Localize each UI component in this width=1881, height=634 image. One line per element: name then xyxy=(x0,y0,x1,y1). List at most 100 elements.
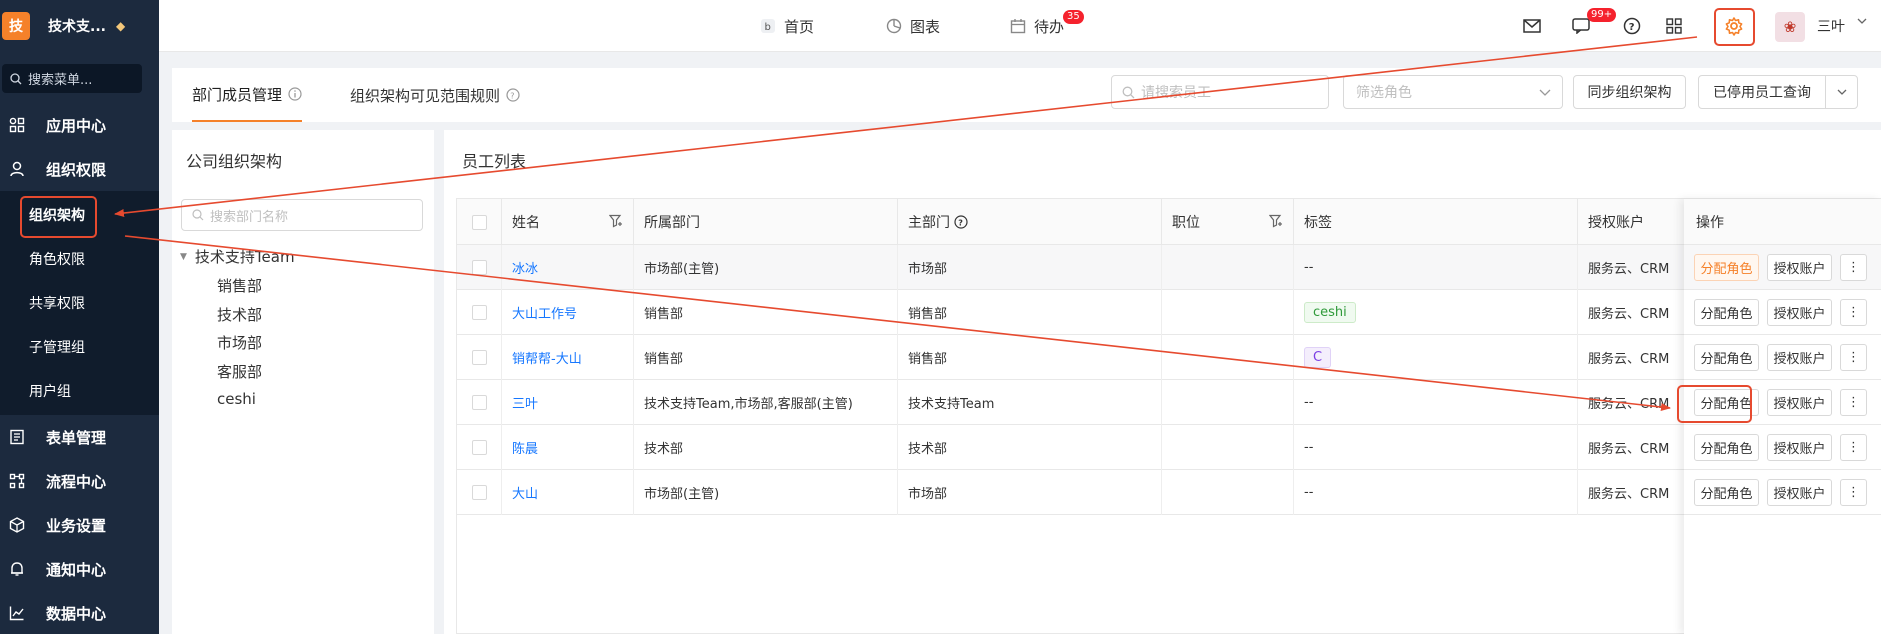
org-panel-title: 公司组织架构 xyxy=(186,152,283,171)
sidebar-item-form-management[interactable]: 表单管理 xyxy=(0,415,159,459)
assign-role-button[interactable]: 分配角色 xyxy=(1694,299,1759,326)
col-header-position: 职位 xyxy=(1161,199,1293,245)
tab-department-members[interactable]: 部门成员管理 xyxy=(192,68,303,122)
employee-search-placeholder: 请搜索员工 xyxy=(1141,85,1211,101)
actions-row: 分配角色 授权账户 ⋮ xyxy=(1684,245,1881,290)
table-row[interactable]: 销帮帮-大山 销售部 销售部 C 服务云、CRM xyxy=(457,335,1881,380)
employee-search-input[interactable]: 请搜索员工 xyxy=(1111,75,1329,109)
employee-name-link[interactable]: 大山 xyxy=(501,470,633,515)
more-options-icon[interactable]: ⋮ xyxy=(1840,389,1867,416)
sidebar-subitem-shared-permissions[interactable]: 共享权限 xyxy=(0,281,159,325)
more-options-icon[interactable]: ⋮ xyxy=(1840,434,1867,461)
assign-role-button[interactable]: 分配角色 xyxy=(1694,344,1759,371)
tab-org-visibility-rules[interactable]: 组织架构可见范围规则 ? xyxy=(350,68,520,122)
sync-org-button[interactable]: 同步组织架构 xyxy=(1573,75,1686,109)
cell-authorized-account: 服务云、CRM xyxy=(1577,470,1684,515)
row-checkbox[interactable] xyxy=(457,290,501,335)
chat-count-badge: 99+ xyxy=(1587,8,1617,22)
tabs-bar: 部门成员管理 组织架构可见范围规则 ? 请搜索员工 筛选角色 同步组织架构 已停… xyxy=(172,68,1881,122)
department-search-input[interactable]: 搜索部门名称 xyxy=(181,199,423,231)
chevron-down-icon[interactable] xyxy=(1857,16,1867,26)
mail-icon[interactable] xyxy=(1520,14,1544,38)
brand[interactable]: 技 技术支... ◆ xyxy=(0,0,159,52)
table-row[interactable]: 三叶 技术支持Team,市场部,客服部(主管) 技术支持Team -- 服务云、… xyxy=(457,380,1881,425)
col-header-label: 授权账户 xyxy=(1588,215,1644,231)
top-nav-todo[interactable]: 待办 xyxy=(1010,0,1064,52)
sidebar-item-org-permissions[interactable]: 组织权限 xyxy=(0,147,159,191)
employee-name-link[interactable]: 大山工作号 xyxy=(501,290,633,335)
authorize-account-button[interactable]: 授权账户 xyxy=(1767,344,1832,371)
top-nav-home[interactable]: b 首页 xyxy=(760,0,814,52)
authorize-account-button[interactable]: 授权账户 xyxy=(1767,479,1832,506)
tree-node-ceshi[interactable]: ceshi xyxy=(217,390,256,408)
row-checkbox[interactable] xyxy=(457,335,501,380)
table-row[interactable]: 大山 市场部(主管) 市场部 -- 服务云、CRM xyxy=(457,470,1881,515)
rose-icon: ❀ xyxy=(1783,18,1797,36)
info-icon xyxy=(288,87,302,101)
avatar[interactable]: ❀ xyxy=(1775,12,1805,42)
table-row[interactable]: 陈晨 技术部 技术部 -- 服务云、CRM xyxy=(457,425,1881,470)
filter-icon[interactable] xyxy=(609,214,623,228)
row-checkbox[interactable] xyxy=(457,245,501,290)
disabled-employee-query-label: 已停用员工查询 xyxy=(1713,85,1811,101)
sidebar-subitem-sub-admin-group[interactable]: 子管理组 xyxy=(0,325,159,369)
assign-role-button[interactable]: 分配角色 xyxy=(1694,434,1759,461)
sidebar-item-data-center[interactable]: 数据中心 xyxy=(0,591,159,634)
role-filter-select[interactable]: 筛选角色 xyxy=(1343,75,1563,109)
more-options-icon[interactable]: ⋮ xyxy=(1840,344,1867,371)
authorize-account-button[interactable]: 授权账户 xyxy=(1767,389,1832,416)
pie-icon xyxy=(886,18,902,34)
cell-authorized-account: 服务云、CRM xyxy=(1577,425,1684,470)
tree-node-customer-service[interactable]: 客服部 xyxy=(217,361,262,382)
cell-department: 市场部(主管) xyxy=(633,245,897,290)
employee-name-link[interactable]: 三叶 xyxy=(501,380,633,425)
caret-down-icon[interactable]: ▼ xyxy=(180,252,187,262)
search-icon xyxy=(192,209,204,221)
grid-icon[interactable] xyxy=(1662,14,1686,38)
assign-role-button[interactable]: 分配角色 xyxy=(1694,479,1759,506)
filter-icon[interactable] xyxy=(1269,214,1283,228)
tree-node-sales[interactable]: 销售部 xyxy=(217,275,262,296)
employee-name-link[interactable]: 销帮帮-大山 xyxy=(501,335,633,380)
svg-text:?: ? xyxy=(510,92,514,101)
authorize-account-button[interactable]: 授权账户 xyxy=(1767,254,1832,281)
more-options-icon[interactable]: ⋮ xyxy=(1840,299,1867,326)
tree-node-marketing[interactable]: 市场部 xyxy=(217,332,262,353)
col-header-department: 所属部门 xyxy=(633,199,897,245)
tree-root-node[interactable]: ▼ 技术支持Team xyxy=(180,246,295,267)
flow-icon xyxy=(8,472,26,490)
sidebar-subitem-user-group[interactable]: 用户组 xyxy=(0,369,159,413)
employee-name-link[interactable]: 陈晨 xyxy=(501,425,633,470)
menu-search-placeholder: 搜索菜单... xyxy=(28,73,93,88)
help-icon[interactable]: ? xyxy=(1620,14,1644,38)
sidebar-subitem-role-permissions[interactable]: 角色权限 xyxy=(0,237,159,281)
menu-search-input[interactable]: 搜索菜单... xyxy=(2,64,142,93)
sidebar-item-business-settings[interactable]: 业务设置 xyxy=(0,503,159,547)
row-checkbox[interactable] xyxy=(457,380,501,425)
table-row[interactable]: 大山工作号 销售部 销售部 ceshi 服务云、CRM xyxy=(457,290,1881,335)
authorize-account-button[interactable]: 授权账户 xyxy=(1767,299,1832,326)
sidebar-item-notification-center[interactable]: 通知中心 xyxy=(0,547,159,591)
cell-authorized-account: 服务云、CRM xyxy=(1577,335,1684,380)
more-options-icon[interactable]: ⋮ xyxy=(1840,254,1867,281)
sidebar-item-label: 通知中心 xyxy=(46,560,107,579)
sidebar-item-process-center[interactable]: 流程中心 xyxy=(0,459,159,503)
top-nav-charts[interactable]: 图表 xyxy=(886,0,940,52)
authorize-account-button[interactable]: 授权账户 xyxy=(1767,434,1832,461)
sidebar-item-app-center[interactable]: 应用中心 xyxy=(0,103,159,147)
employee-name-link[interactable]: 冰冰 xyxy=(501,245,633,290)
assign-role-button[interactable]: 分配角色 xyxy=(1694,254,1759,281)
actions-row: 分配角色 授权账户 ⋮ xyxy=(1684,470,1881,515)
brand-logo: 技 xyxy=(2,12,30,40)
row-checkbox[interactable] xyxy=(457,470,501,515)
row-checkbox[interactable] xyxy=(457,425,501,470)
department-search-placeholder: 搜索部门名称 xyxy=(210,209,289,225)
disabled-employee-query-button[interactable]: 已停用员工查询 xyxy=(1698,75,1858,109)
chevron-down-icon[interactable] xyxy=(1825,76,1857,108)
user-name[interactable]: 三叶 xyxy=(1817,16,1845,36)
select-all-checkbox[interactable] xyxy=(457,199,501,245)
table-row[interactable]: 冰冰 市场部(主管) 市场部 -- 服务云、CRM xyxy=(457,245,1881,290)
org-structure-panel: 公司组织架构 搜索部门名称 ▼ 技术支持Team 销售部 技术部 市场部 客服部… xyxy=(172,130,434,634)
more-options-icon[interactable]: ⋮ xyxy=(1840,479,1867,506)
tree-node-tech[interactable]: 技术部 xyxy=(217,304,262,325)
